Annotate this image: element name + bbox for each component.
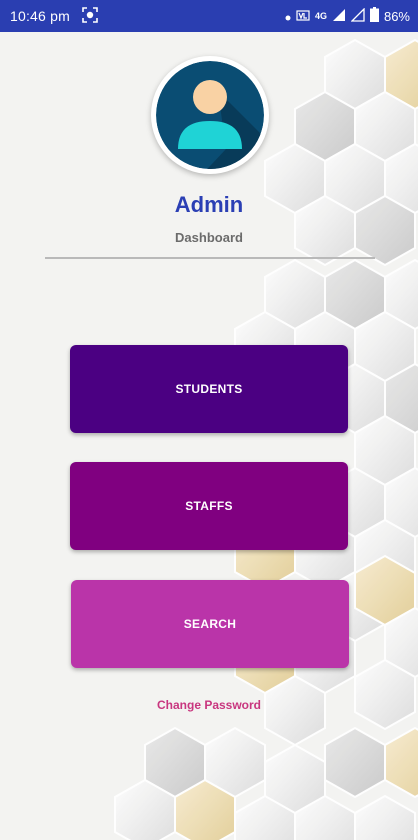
page-subtitle: Dashboard — [175, 230, 243, 245]
screen-record-icon — [82, 6, 98, 26]
battery-icon — [369, 7, 379, 25]
network-type: 4G — [314, 11, 327, 21]
dot-icon — [285, 9, 291, 24]
dashboard-screen: Admin Dashboard STUDENTS STAFFS SEARCH C… — [0, 32, 418, 840]
change-password-link[interactable]: Change Password — [0, 698, 418, 712]
divider — [45, 257, 375, 259]
staffs-button[interactable]: STAFFS — [70, 462, 348, 550]
students-button[interactable]: STUDENTS — [70, 345, 348, 433]
search-button[interactable]: SEARCH — [71, 580, 349, 668]
status-time: 10:46 pm — [10, 8, 70, 24]
status-bar: 10:46 pm 4G 86% — [0, 0, 418, 32]
battery-percent: 86% — [383, 8, 410, 24]
signal-empty-icon — [350, 6, 365, 25]
user-avatar-icon — [151, 56, 269, 174]
volte-icon — [296, 8, 310, 25]
page-title: Admin — [174, 192, 244, 217]
signal-icon — [332, 8, 346, 25]
